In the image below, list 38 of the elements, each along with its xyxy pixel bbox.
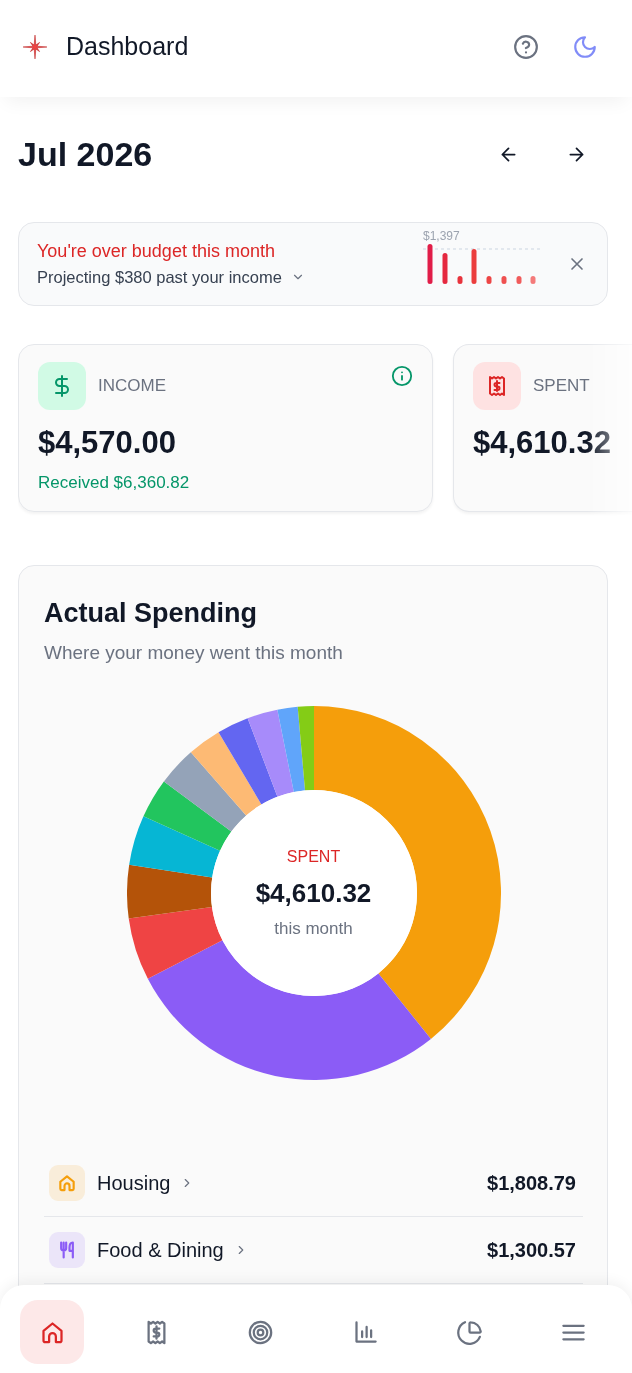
spark-bar bbox=[530, 276, 536, 284]
house-icon bbox=[49, 1165, 85, 1201]
stat-amount: $4,610.32 bbox=[473, 425, 612, 461]
stat-amount: $4,570.00 bbox=[38, 425, 177, 461]
spark-bar bbox=[486, 276, 492, 284]
alert-message: Projecting $380 past your income bbox=[37, 267, 282, 288]
stat-label: INCOME bbox=[98, 376, 166, 396]
spark-bar bbox=[442, 253, 448, 284]
category-amount: $1,300.57 bbox=[487, 1238, 576, 1262]
card-title: Actual Spending bbox=[44, 597, 258, 630]
spark-bar bbox=[427, 244, 433, 284]
donut-center-label: SPENT bbox=[286, 847, 341, 867]
spark-bar bbox=[471, 249, 477, 284]
category-name: Food & Dining bbox=[97, 1238, 224, 1262]
donut-center-amount: $4,610.32 bbox=[255, 877, 372, 909]
month-label: Jul 2026 bbox=[18, 134, 153, 174]
category-name: Housing bbox=[97, 1171, 171, 1195]
nav-tab[interactable] bbox=[20, 1300, 84, 1364]
page-title: Dashboard bbox=[66, 32, 189, 61]
dollar-icon bbox=[38, 362, 86, 410]
info-icon[interactable] bbox=[391, 365, 413, 387]
spark-bar bbox=[457, 276, 463, 284]
fork-knife-icon bbox=[49, 1232, 85, 1268]
receipt-icon bbox=[473, 362, 521, 410]
pie-chart-icon bbox=[456, 1318, 484, 1346]
card-subtitle: Where your money went this month bbox=[44, 641, 344, 665]
spark-bar bbox=[516, 276, 522, 284]
alert-title: You're over budget this month bbox=[37, 240, 276, 263]
help-icon bbox=[513, 33, 539, 60]
spark-bar bbox=[501, 276, 507, 284]
category-amount: $1,808.79 bbox=[487, 1171, 576, 1195]
stat-note: Received $6,360.82 bbox=[38, 472, 191, 494]
moon-icon bbox=[572, 33, 598, 60]
donut-center-caption: this month bbox=[274, 918, 353, 940]
stat-label: SPENT bbox=[533, 376, 590, 396]
target-icon bbox=[247, 1318, 275, 1346]
compass-star-icon bbox=[22, 33, 48, 60]
peak-label: $1,397 bbox=[423, 229, 460, 243]
